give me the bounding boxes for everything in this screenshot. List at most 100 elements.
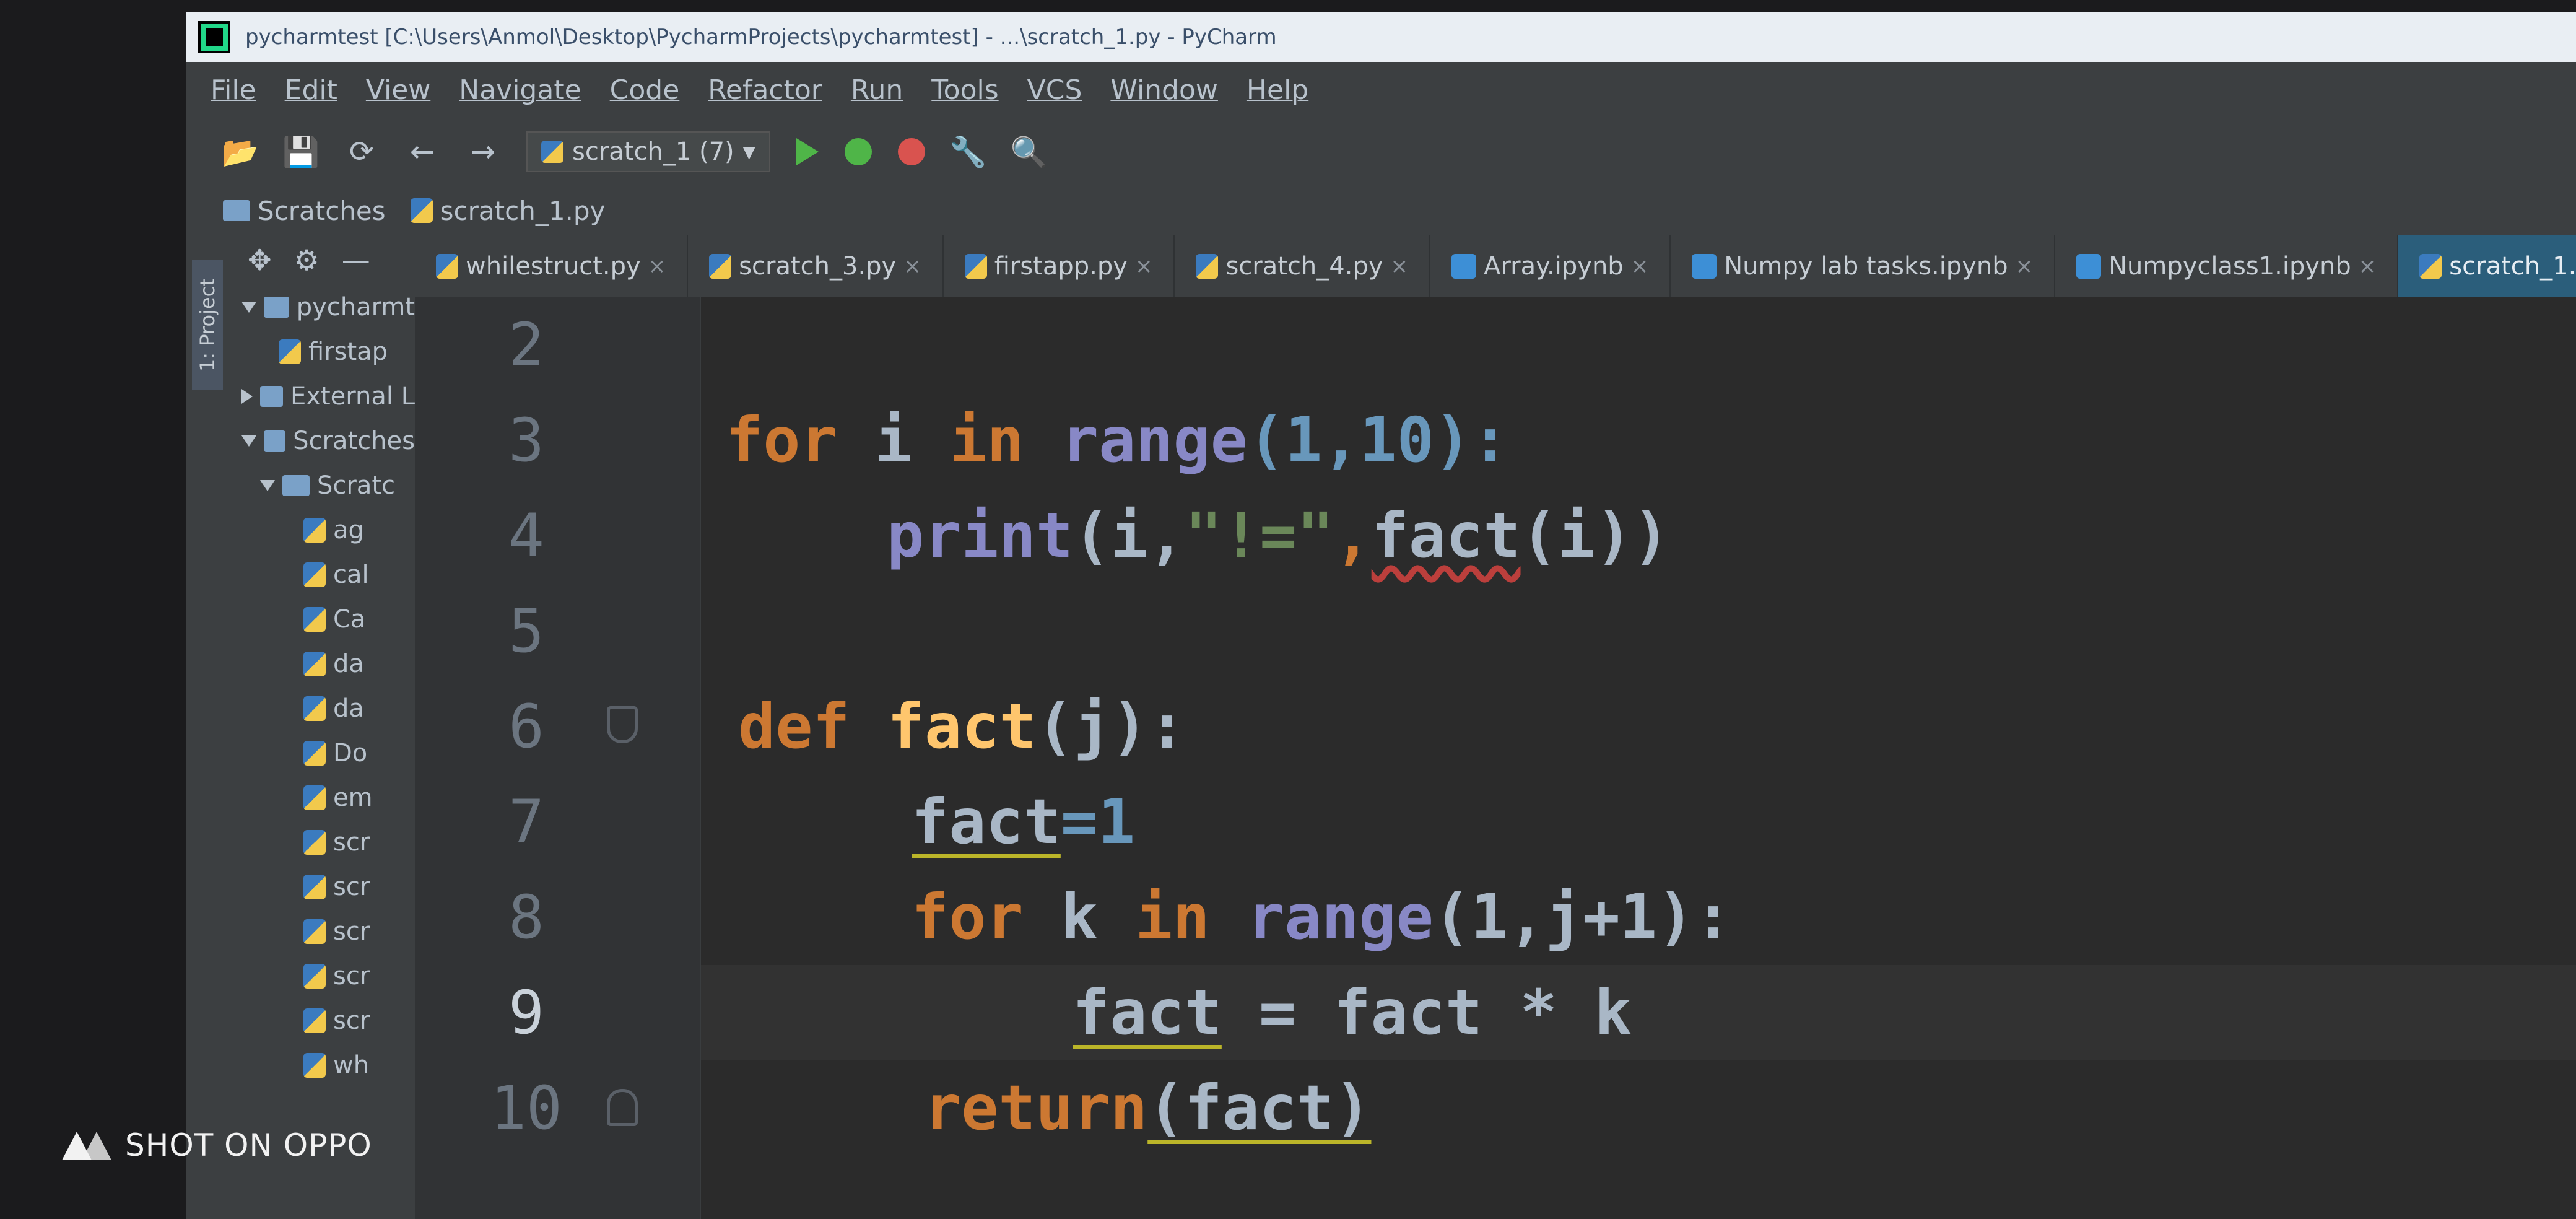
code-line: return(fact) — [701, 1060, 2576, 1156]
tab-array-notebook[interactable]: Array.ipynb × — [1430, 235, 1671, 297]
menu-tools[interactable]: Tools — [931, 74, 998, 106]
tree-item-file[interactable]: Ca — [229, 597, 415, 642]
tree-item-external-libraries[interactable]: External L — [229, 374, 415, 419]
close-icon[interactable]: × — [1631, 254, 1649, 279]
run-icon[interactable] — [796, 138, 819, 165]
tree-item-file[interactable]: da — [229, 686, 415, 731]
tree-item-file[interactable]: da — [229, 642, 415, 686]
scroll-from-source-icon[interactable]: ✥ — [248, 243, 272, 277]
window-title: pycharmtest [C:\Users\Anmol\Desktop\Pych… — [245, 25, 1277, 50]
menu-file[interactable]: File — [211, 74, 256, 106]
debug-icon[interactable] — [844, 138, 872, 165]
tree-item-project[interactable]: pycharmt — [229, 285, 415, 330]
breadcrumb-file[interactable]: scratch_1.py — [410, 196, 605, 226]
tab-numpy-lab-tasks[interactable]: Numpy lab tasks.ipynb × — [1671, 235, 2056, 297]
tree-item-file[interactable]: scr — [229, 998, 415, 1043]
tree-item-file[interactable]: ag — [229, 508, 415, 553]
open-folder-icon[interactable]: 📂 — [222, 134, 259, 170]
stop-icon[interactable] — [897, 138, 925, 165]
python-file-icon — [303, 964, 326, 989]
hide-icon[interactable]: — — [342, 243, 370, 277]
back-arrow-icon[interactable]: ← — [405, 134, 440, 169]
close-icon[interactable]: × — [1391, 254, 1409, 279]
menu-view[interactable]: View — [366, 74, 430, 106]
line-number: 8 — [508, 883, 544, 952]
code-editor[interactable]: for i in range(1,10): print(i,"!=",fact(… — [701, 297, 2576, 1219]
tree-item-label: da — [333, 694, 364, 723]
wrench-settings-icon[interactable]: 🔧 — [950, 134, 987, 170]
chevron-down-icon — [260, 480, 275, 491]
tree-item-label: scr — [333, 962, 370, 990]
tree-item-label: scr — [333, 828, 370, 857]
menu-run[interactable]: Run — [851, 74, 903, 106]
project-tool-tab[interactable]: 1: Project — [192, 260, 223, 390]
search-icon[interactable]: 🔍 — [1011, 134, 1048, 170]
tree-item-scratches[interactable]: Scratches — [229, 419, 415, 463]
menu-window[interactable]: Window — [1110, 74, 1218, 106]
tree-item-file[interactable]: wh — [229, 1043, 415, 1088]
close-icon[interactable]: × — [903, 254, 921, 279]
python-file-icon — [303, 741, 326, 766]
code-line: def fact(j): — [701, 679, 2576, 774]
gear-icon[interactable]: ⚙ — [294, 243, 320, 277]
tab-scratch-4[interactable]: scratch_4.py × — [1175, 235, 1431, 297]
forward-arrow-icon[interactable]: → — [466, 134, 500, 169]
close-icon[interactable]: × — [2016, 254, 2034, 279]
tree-item-label: Do — [333, 739, 368, 767]
tree-item-label: em — [333, 784, 373, 812]
close-icon[interactable]: × — [648, 254, 666, 279]
project-panel-toolbar: ✥ ⚙ — — [229, 235, 415, 285]
tree-item-label: wh — [333, 1051, 370, 1080]
python-file-icon — [410, 198, 433, 223]
chevron-down-icon — [242, 435, 256, 447]
run-configuration-dropdown[interactable]: scratch_1 (7) ▾ — [526, 131, 770, 172]
tab-numpyclass1[interactable]: Numpyclass1.ipynb × — [2055, 235, 2399, 297]
menu-vcs[interactable]: VCS — [1027, 74, 1082, 106]
tab-whilestruct[interactable]: whilestruct.py × — [415, 235, 689, 297]
close-icon[interactable]: × — [2359, 254, 2377, 279]
menu-code[interactable]: Code — [610, 74, 680, 106]
notebook-icon — [2076, 254, 2102, 279]
tree-item-label: Scratc — [317, 471, 396, 500]
python-file-icon — [1196, 254, 1219, 279]
breadcrumb-label: Scratches — [258, 195, 386, 226]
tree-item-file[interactable]: scr — [229, 909, 415, 954]
tab-scratch-1[interactable]: scratch_1.py× — [2398, 235, 2576, 297]
tree-item-file[interactable]: Do — [229, 731, 415, 776]
tree-item-file[interactable]: scr — [229, 820, 415, 865]
notebook-icon — [1451, 254, 1477, 279]
save-all-icon[interactable]: 💾 — [282, 134, 320, 170]
tab-label: Array.ipynb — [1484, 252, 1624, 281]
python-file-icon — [303, 652, 326, 676]
tab-firstapp[interactable]: firstapp.py × — [944, 235, 1175, 297]
tab-scratch-3[interactable]: scratch_3.py × — [688, 235, 944, 297]
menu-help[interactable]: Help — [1247, 74, 1308, 106]
oppo-logo-icon — [62, 1130, 111, 1160]
sync-icon[interactable]: ⟳ — [344, 134, 379, 169]
keyword-token: for — [726, 404, 838, 476]
python-file-icon — [303, 1008, 326, 1033]
python-file-icon — [303, 785, 326, 810]
project-panel: ✥ ⚙ — pycharmt firstap External L Scratc… — [229, 235, 415, 1219]
tree-item-label: scr — [333, 873, 370, 901]
tree-item-file[interactable]: cal — [229, 553, 415, 597]
tree-item-file[interactable]: scr — [229, 865, 415, 909]
arguments-token: (1,j+1): — [1433, 881, 1732, 953]
code-line: print(i,"!=",fact(i)) — [701, 488, 2576, 583]
tree-item-label: Ca — [333, 605, 366, 634]
fold-marker-icon[interactable] — [607, 1089, 638, 1126]
tree-item-file[interactable]: firstap — [229, 330, 415, 374]
tree-item-scratches-folder[interactable]: Scratc — [229, 463, 415, 508]
tree-item-file[interactable]: scr — [229, 954, 415, 998]
notebook-icon — [1692, 254, 1717, 279]
menu-refactor[interactable]: Refactor — [708, 74, 822, 106]
unresolved-reference-token: fact — [1371, 499, 1521, 572]
fold-marker-icon[interactable] — [607, 706, 638, 743]
close-icon[interactable]: × — [1135, 254, 1153, 279]
menu-navigate[interactable]: Navigate — [459, 74, 581, 106]
tree-item-file[interactable]: em — [229, 776, 415, 820]
watermark-text: SHOT ON OPPO — [125, 1127, 372, 1163]
tree-item-label: External L — [290, 382, 415, 411]
breadcrumb-scratches[interactable]: Scratches — [223, 196, 386, 226]
menu-edit[interactable]: Edit — [285, 74, 337, 106]
